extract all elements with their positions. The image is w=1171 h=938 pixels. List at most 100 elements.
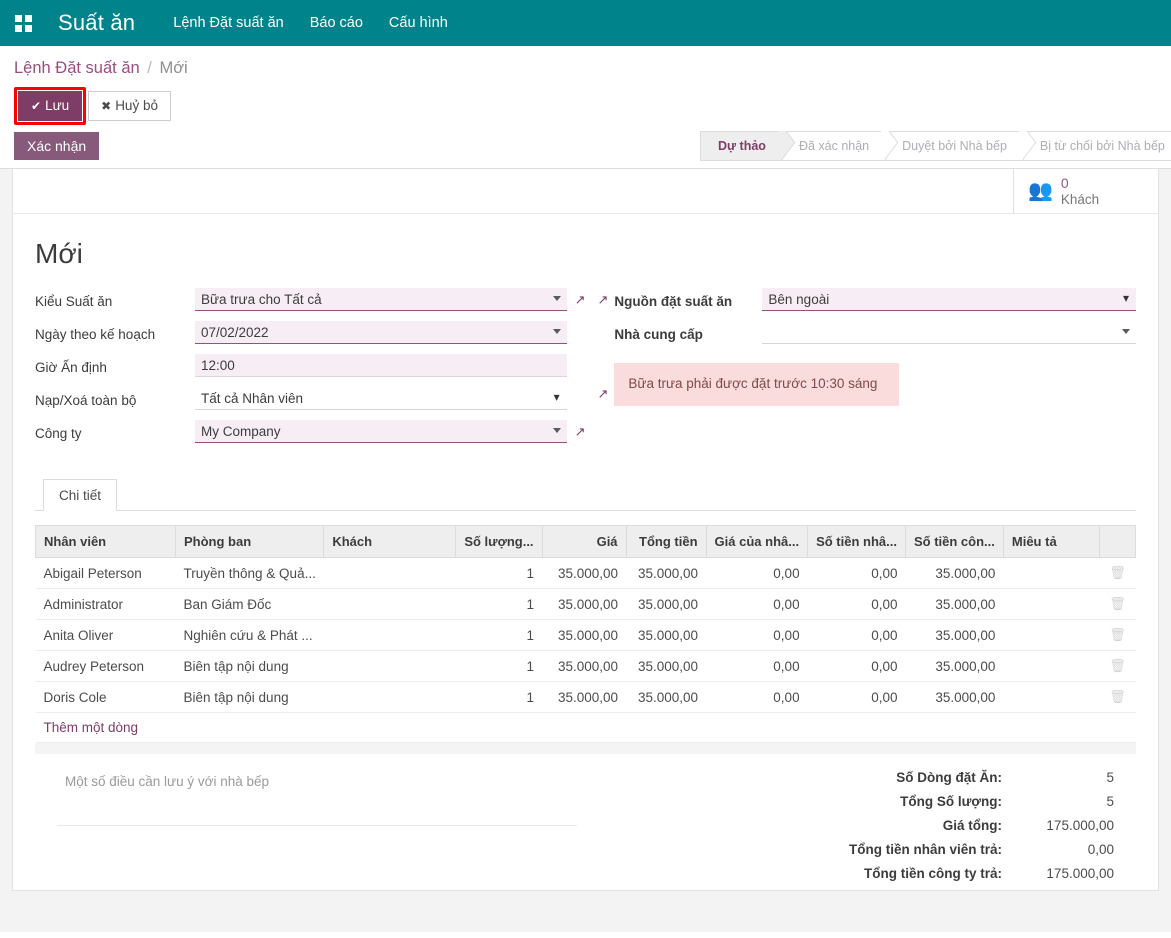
col-price[interactable]: Giá [542, 525, 627, 559]
cell-employee-price[interactable]: 0,00 [706, 588, 808, 621]
meal-type-input[interactable] [195, 288, 567, 312]
cell-company-amount[interactable]: 35.000,00 [905, 619, 1004, 652]
cell-description[interactable] [1003, 588, 1100, 621]
trash-icon[interactable]: 🗑 [1109, 565, 1126, 580]
table-row[interactable]: Audrey Peterson Biên tập nội dung 1 35.0… [35, 650, 1136, 683]
trash-icon[interactable]: 🗑 [1109, 627, 1126, 642]
cell-guest[interactable] [323, 588, 456, 621]
cell-total[interactable]: 35.000,00 [626, 681, 707, 714]
cell-quantity[interactable]: 1 [455, 650, 543, 683]
cell-total[interactable]: 35.000,00 [626, 650, 707, 683]
table-row[interactable]: Administrator Ban Giám Đốc 1 35.000,00 3… [35, 588, 1136, 621]
cell-employee-amount[interactable]: 0,00 [807, 619, 906, 652]
col-department[interactable]: Phòng ban [175, 525, 325, 559]
cell-total[interactable]: 35.000,00 [626, 588, 707, 621]
cell-guest[interactable] [323, 681, 456, 714]
breadcrumb-parent[interactable]: Lệnh Đặt suất ăn [14, 59, 140, 77]
external-link-icon[interactable]: ↗ [575, 288, 586, 308]
col-description[interactable]: Miêu tả [1003, 525, 1101, 559]
cell-company-amount[interactable]: 35.000,00 [905, 557, 1004, 590]
cell-guest[interactable] [323, 619, 456, 652]
col-guest[interactable]: Khách [323, 525, 457, 559]
planned-date-input[interactable] [195, 321, 567, 345]
add-row[interactable]: Thêm một dòng [35, 712, 1136, 744]
trash-icon[interactable]: 🗑 [1109, 658, 1126, 673]
cell-department[interactable]: Nghiên cứu & Phát ... [175, 619, 324, 652]
table-row[interactable]: Anita Oliver Nghiên cứu & Phát ... 1 35.… [35, 619, 1136, 652]
external-link-icon[interactable]: ↗ [598, 288, 609, 308]
cell-employee[interactable]: Administrator [35, 588, 176, 621]
cell-quantity[interactable]: 1 [455, 557, 543, 590]
trash-icon[interactable]: 🗑 [1109, 596, 1126, 611]
kitchen-note-placeholder[interactable]: Một số điều cần lưu ý với nhà bếp [57, 770, 577, 789]
external-link-icon[interactable]: ↗ [575, 420, 586, 440]
cell-employee-price[interactable]: 0,00 [706, 650, 808, 683]
company-input[interactable] [195, 420, 567, 444]
cell-employee-price[interactable]: 0,00 [706, 557, 808, 590]
status-item-draft[interactable]: Dự thảo [700, 131, 782, 162]
load-clear-all-select[interactable] [195, 387, 567, 411]
col-employee-amount[interactable]: Số tiền nhâ... [807, 525, 906, 559]
cell-price[interactable]: 35.000,00 [542, 557, 627, 590]
cell-price[interactable]: 35.000,00 [542, 681, 627, 714]
apps-menu-button[interactable] [0, 0, 46, 46]
cell-total[interactable]: 35.000,00 [626, 557, 707, 590]
cell-employee-amount[interactable]: 0,00 [807, 557, 906, 590]
cell-guest[interactable] [323, 557, 456, 590]
cell-employee-amount[interactable]: 0,00 [807, 681, 906, 714]
col-quantity[interactable]: Số lượng... [455, 525, 543, 559]
tab-details[interactable]: Chi tiết [43, 479, 118, 512]
cell-price[interactable]: 35.000,00 [542, 588, 627, 621]
nav-item-reports[interactable]: Báo cáo [310, 15, 363, 31]
nav-item-configuration[interactable]: Cấu hình [389, 15, 448, 31]
table-row[interactable]: Abigail Peterson Truyền thông & Quả... 1… [35, 557, 1136, 590]
cell-employee[interactable]: Audrey Peterson [35, 650, 176, 683]
col-company-amount[interactable]: Số tiền côn... [905, 525, 1004, 559]
cell-department[interactable]: Truyền thông & Quả... [175, 557, 324, 590]
cell-description[interactable] [1003, 650, 1100, 683]
cell-company-amount[interactable]: 35.000,00 [905, 681, 1004, 714]
nav-item-orders[interactable]: Lệnh Đặt suất ăn [173, 15, 283, 31]
save-button[interactable]: ✔ Lưu [18, 91, 83, 122]
external-link-icon[interactable]: ↗ [598, 382, 609, 406]
cell-employee-amount[interactable]: 0,00 [807, 650, 906, 683]
stat-button-guests[interactable]: 👥 0 Khách [1013, 169, 1158, 214]
fixed-time-input[interactable] [195, 354, 567, 378]
cell-description[interactable] [1003, 557, 1100, 590]
col-total[interactable]: Tổng tiền [626, 525, 707, 559]
confirm-button[interactable]: Xác nhận [14, 132, 100, 161]
trash-icon[interactable]: 🗑 [1109, 689, 1126, 704]
status-item-kitchen-approved[interactable]: Duyệt bởi Nhà bếp [885, 131, 1023, 162]
supplier-input[interactable] [762, 321, 1136, 345]
meal-source-select[interactable] [762, 288, 1136, 312]
status-item-confirmed[interactable]: Đã xác nhận [781, 131, 886, 162]
cell-quantity[interactable]: 1 [455, 588, 543, 621]
table-row[interactable]: Doris Cole Biên tập nội dung 1 35.000,00… [35, 681, 1136, 714]
cell-price[interactable]: 35.000,00 [542, 650, 627, 683]
cell-employee-price[interactable]: 0,00 [706, 619, 808, 652]
cell-quantity[interactable]: 1 [455, 681, 543, 714]
cell-employee[interactable]: Abigail Peterson [35, 557, 176, 590]
cell-employee-price[interactable]: 0,00 [706, 681, 808, 714]
col-employee[interactable]: Nhân viên [35, 525, 176, 559]
cell-department[interactable]: Ban Giám Đốc [175, 588, 324, 621]
cell-quantity[interactable]: 1 [455, 619, 543, 652]
col-employee-price[interactable]: Giá của nhâ... [706, 525, 809, 559]
status-item-kitchen-rejected[interactable]: Bị từ chối bởi Nhà bếp [1022, 131, 1171, 162]
cell-description[interactable] [1003, 619, 1100, 652]
cell-guest[interactable] [323, 650, 456, 683]
discard-button[interactable]: ✖ Huỷ bỏ [88, 91, 171, 122]
cell-description[interactable] [1003, 681, 1100, 714]
cell-department[interactable]: Biên tập nội dung [175, 681, 324, 714]
cell-total[interactable]: 35.000,00 [626, 619, 707, 652]
field-value-meal-source: ▾ [762, 288, 1136, 312]
cell-employee[interactable]: Anita Oliver [35, 619, 176, 652]
cell-price[interactable]: 35.000,00 [542, 619, 627, 652]
add-line-link[interactable]: Thêm một dòng [44, 720, 139, 735]
field-company: Công ty ↗ [35, 420, 586, 449]
cell-employee[interactable]: Doris Cole [35, 681, 176, 714]
cell-employee-amount[interactable]: 0,00 [807, 588, 906, 621]
cell-company-amount[interactable]: 35.000,00 [905, 588, 1004, 621]
cell-company-amount[interactable]: 35.000,00 [905, 650, 1004, 683]
cell-department[interactable]: Biên tập nội dung [175, 650, 324, 683]
